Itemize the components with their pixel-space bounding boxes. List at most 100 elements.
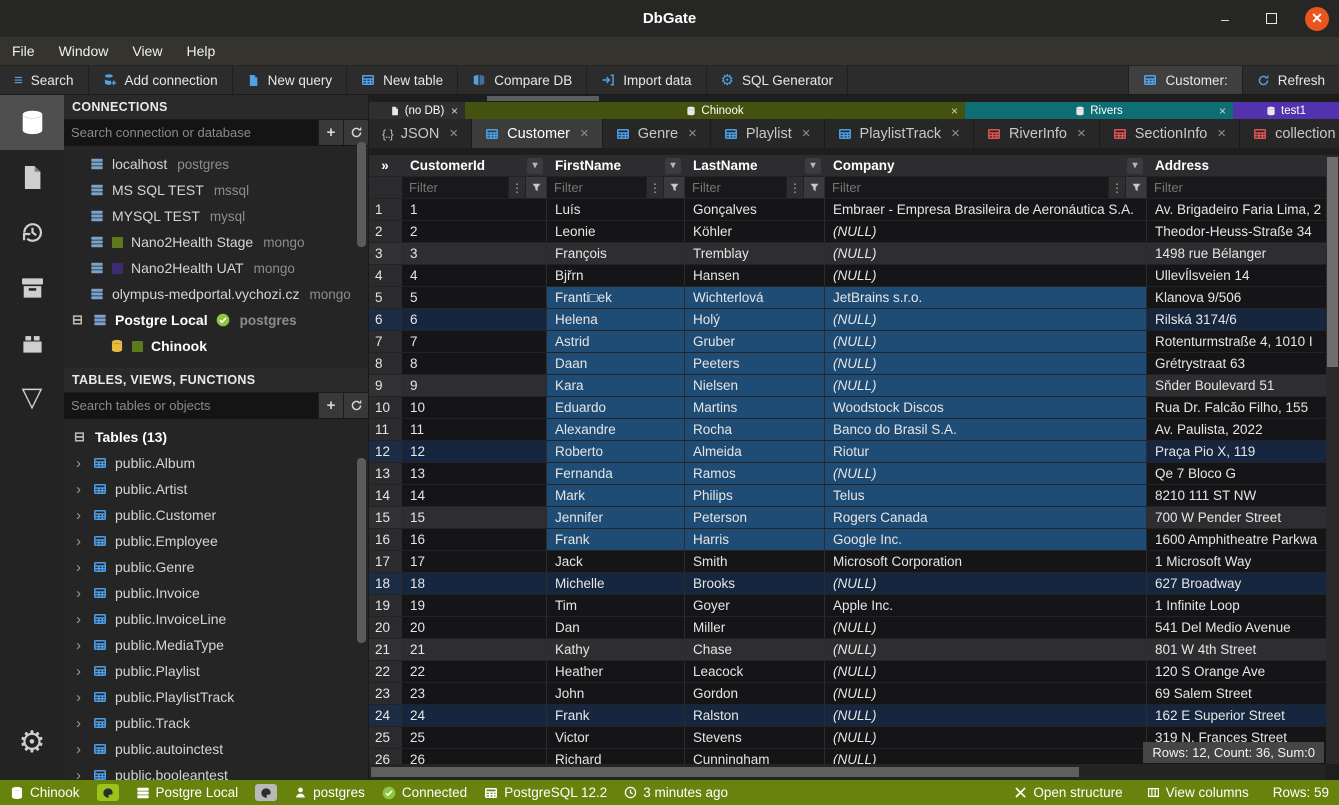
chevron-right-icon[interactable]: › [76, 637, 85, 654]
cell-firstname[interactable]: Helena [547, 309, 685, 330]
cell-lastname[interactable]: Stevens [685, 727, 825, 748]
cell-lastname[interactable]: Smith [685, 551, 825, 572]
toolbar-customer-button[interactable]: Customer: [1128, 66, 1241, 94]
chevron-down-icon[interactable]: ▾ [1127, 158, 1143, 174]
cell-address[interactable]: Av. Paulista, 2022 [1147, 419, 1326, 440]
connection-nano2health-stage[interactable]: Nano2Health Stagemongo [64, 229, 368, 255]
row-number[interactable]: 1 [369, 199, 402, 220]
tab-customer[interactable]: Customer× [472, 119, 603, 148]
cell-lastname[interactable]: Harris [685, 529, 825, 550]
cell-customerid[interactable]: 19 [402, 595, 547, 616]
filter-input-customerid[interactable]: Filter [402, 177, 508, 198]
chevron-right-icon[interactable]: › [76, 611, 85, 628]
status-view-columns[interactable]: View columns [1147, 785, 1249, 800]
cell-company[interactable]: Banco do Brasil S.A. [825, 419, 1147, 440]
row-number[interactable]: 24 [369, 705, 402, 726]
tab-genre[interactable]: Genre× [603, 119, 711, 148]
filter-input-company[interactable]: Filter [825, 177, 1108, 198]
toolbar-add-connection-button[interactable]: Add connection [89, 66, 233, 94]
cell-company[interactable]: (NULL) [825, 749, 1147, 764]
status-postgre-local[interactable]: Postgre Local [136, 785, 239, 800]
cell-customerid[interactable]: 10 [402, 397, 547, 418]
cell-customerid[interactable]: 15 [402, 507, 547, 528]
cell-company[interactable]: (NULL) [825, 573, 1147, 594]
cell-firstname[interactable]: Richard [547, 749, 685, 764]
cell-lastname[interactable]: Peterson [685, 507, 825, 528]
cell-customerid[interactable]: 22 [402, 661, 547, 682]
grid-vertical-scrollbar[interactable] [1326, 155, 1339, 764]
chevron-right-icon[interactable]: › [76, 533, 85, 550]
table-item-public-playlist[interactable]: ›public.Playlist [64, 658, 368, 684]
cell-firstname[interactable]: Eduardo [547, 397, 685, 418]
cell-company[interactable]: Microsoft Corporation [825, 551, 1147, 572]
cell-company[interactable]: Woodstock Discos [825, 397, 1147, 418]
cell-address[interactable]: 1600 Amphitheatre Parkwa [1147, 529, 1326, 550]
row-number[interactable]: 15 [369, 507, 402, 528]
chevron-right-icon[interactable]: › [76, 559, 85, 576]
chevron-right-icon[interactable]: › [76, 663, 85, 680]
connection-olympus-medportal-vychozi-cz[interactable]: olympus-medportal.vychozi.czmongo [64, 281, 368, 307]
cell-lastname[interactable]: Rocha [685, 419, 825, 440]
cell-company[interactable]: (NULL) [825, 705, 1147, 726]
filter-funnel-button[interactable] [663, 177, 684, 198]
row-number[interactable]: 4 [369, 265, 402, 286]
rail-item-files[interactable] [0, 150, 64, 205]
table-item-public-playlisttrack[interactable]: ›public.PlaylistTrack [64, 684, 368, 710]
cell-lastname[interactable]: Peeters [685, 353, 825, 374]
tab-group-chinook[interactable]: Chinook× [465, 102, 965, 119]
cell-firstname[interactable]: Luís [547, 199, 685, 220]
table-item-public-track[interactable]: ›public.Track [64, 710, 368, 736]
tab-group-rivers[interactable]: Rivers× [965, 102, 1233, 119]
cell-customerid[interactable]: 5 [402, 287, 547, 308]
cell-company[interactable]: JetBrains s.r.o. [825, 287, 1147, 308]
close-icon[interactable]: × [1217, 125, 1226, 142]
cell-lastname[interactable]: Miller [685, 617, 825, 638]
add-table-button[interactable]: + [318, 393, 343, 418]
cell-lastname[interactable]: Tremblay [685, 243, 825, 264]
cell-customerid[interactable]: 23 [402, 683, 547, 704]
cell-address[interactable]: 627 Broadway [1147, 573, 1326, 594]
rail-item-history[interactable] [0, 205, 64, 260]
cell-company[interactable]: Google Inc. [825, 529, 1147, 550]
cell-address[interactable]: 801 W 4th Street [1147, 639, 1326, 660]
cell-firstname[interactable]: Fernanda [547, 463, 685, 484]
theme-chip[interactable] [255, 784, 277, 801]
connection-nano2health-uat[interactable]: Nano2Health UATmongo [64, 255, 368, 281]
cell-customerid[interactable]: 26 [402, 749, 547, 764]
rail-item-settings[interactable]: ⚙ [0, 715, 64, 770]
cell-firstname[interactable]: Frank [547, 705, 685, 726]
chevron-right-icon[interactable]: › [76, 741, 85, 758]
row-number[interactable]: 19 [369, 595, 402, 616]
tab-group-no-db[interactable]: (no DB)× [369, 102, 465, 119]
cell-firstname[interactable]: Michelle [547, 573, 685, 594]
cell-firstname[interactable]: Kathy [547, 639, 685, 660]
cell-firstname[interactable]: Jack [547, 551, 685, 572]
cell-customerid[interactable]: 12 [402, 441, 547, 462]
row-number[interactable]: 7 [369, 331, 402, 352]
connection-ms-sql-test[interactable]: MS SQL TESTmssql [64, 177, 368, 203]
column-header-address[interactable]: Address [1147, 155, 1326, 176]
cell-customerid[interactable]: 18 [402, 573, 547, 594]
chevron-right-icon[interactable]: › [76, 689, 85, 706]
cell-address[interactable]: 120 S Orange Ave [1147, 661, 1326, 682]
cell-address[interactable]: 1 Infinite Loop [1147, 595, 1326, 616]
cell-lastname[interactable]: Ralston [685, 705, 825, 726]
cell-lastname[interactable]: Gordon [685, 683, 825, 704]
toolbar-refresh-button[interactable]: Refresh [1242, 66, 1339, 94]
grid-horizontal-scrollbar[interactable] [369, 764, 1326, 780]
table-item-public-album[interactable]: ›public.Album [64, 450, 368, 476]
cell-customerid[interactable]: 20 [402, 617, 547, 638]
refresh-tables-button[interactable] [343, 393, 368, 418]
table-item-public-invoiceline[interactable]: ›public.InvoiceLine [64, 606, 368, 632]
row-number[interactable]: 13 [369, 463, 402, 484]
cell-company[interactable]: (NULL) [825, 463, 1147, 484]
grid-hscroll-thumb[interactable] [371, 767, 1079, 777]
cell-company[interactable]: (NULL) [825, 727, 1147, 748]
cell-lastname[interactable]: Gonçalves [685, 199, 825, 220]
row-number[interactable]: 12 [369, 441, 402, 462]
status-theme-chip[interactable] [255, 784, 277, 801]
cell-address[interactable]: Praça Pio X, 119 [1147, 441, 1326, 462]
cell-address[interactable]: Av. Brigadeiro Faria Lima, 2 [1147, 199, 1326, 220]
row-number[interactable]: 25 [369, 727, 402, 748]
cell-company[interactable]: Embraer - Empresa Brasileira de Aeronáut… [825, 199, 1147, 220]
